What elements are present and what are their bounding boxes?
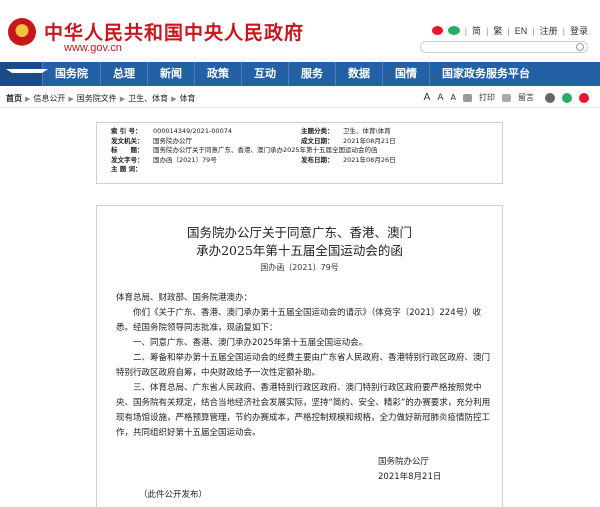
breadcrumb-sports[interactable]: 体育 (180, 93, 196, 104)
font-medium-button[interactable]: A (437, 93, 443, 103)
weibo-icon[interactable] (431, 26, 443, 35)
paragraph-4: 三、体育总局、广东省人民政府、香港特别行政区政府、澳门特别行政区政府要严格按照党… (116, 383, 491, 438)
meta-published-label: 发布日期： (301, 155, 334, 164)
meta-issuer-label: 发文机关： (111, 136, 144, 145)
document-body: 体育总局、财政部、国务院港澳办： 你们《关于广东、香港、澳门承办第十五届全国运动… (116, 291, 496, 441)
print-button[interactable]: 打印 (479, 92, 495, 103)
wechat-icon[interactable] (447, 26, 460, 35)
sign-date: 2021年8月21日 (378, 472, 442, 482)
meta-title-value: 国务院办公厅关于同意广东、香港、澳门承办2025年第十五届全国运动会的函 (153, 146, 378, 154)
breadcrumb-separator-icon: ▶ (68, 94, 74, 103)
paragraph-2: 一、同意广东、香港、澳门承办2025年第十五届全国运动会。 (133, 338, 368, 348)
site-title[interactable]: 中华人民共和国中央人民政府 (44, 18, 304, 45)
breadcrumb-separator-icon: ▶ (25, 94, 31, 103)
meta-index-label: 索 引 号： (111, 127, 142, 135)
nav-item-data[interactable]: 数据 (335, 62, 382, 86)
meta-created-value: 2021年08月21日 (343, 136, 396, 145)
site-url: www.gov.cn (64, 42, 122, 54)
meta-category-label: 主题分类： (301, 127, 334, 135)
meta-created-label: 成文日期： (301, 136, 334, 145)
publication-note: （此件公开发布） (139, 490, 208, 500)
meta-index-value: 000014349/2021-00074 (153, 127, 232, 135)
breadcrumb-docs[interactable]: 国务院文件 (77, 93, 117, 104)
nav-item-state-council[interactable]: 国务院 (42, 62, 100, 86)
link-english[interactable]: EN (515, 26, 528, 36)
font-small-button[interactable]: A (451, 93, 456, 102)
breadcrumb-separator-icon: ▶ (171, 94, 177, 103)
comment-button[interactable]: 留言 (518, 92, 534, 103)
site-header: 中华人民共和国中央人民政府 www.gov.cn | 简 | 繁 | EN | … (0, 0, 600, 62)
breadcrumb-info[interactable]: 信息公开 (33, 93, 65, 104)
paragraph-3: 二、筹备和举办第十五届全国运动会的经费主要由广东省人民政府、香港特别行政区政府、… (116, 353, 491, 378)
breadcrumb: 首页 ▶ 信息公开 ▶ 国务院文件 ▶ 卫生、体育 ▶ 体育 A A A 打印 … (0, 90, 600, 108)
link-traditional[interactable]: 繁 (493, 24, 502, 37)
salutation: 体育总局、财政部、国务院港澳办： (116, 293, 253, 303)
main-nav: 国务院 总理 新闻 政策 互动 服务 数据 国情 国家政务服务平台 (0, 62, 600, 86)
meta-docno-label: 发文字号： (111, 155, 144, 164)
home-gate-icon[interactable] (0, 62, 48, 86)
nav-item-interaction[interactable]: 互动 (241, 62, 288, 86)
weibo-share-icon[interactable] (579, 92, 589, 103)
meta-docno-value: 国办函〔2021〕79号 (153, 155, 217, 164)
link-simplified[interactable]: 简 (472, 24, 481, 37)
wechat-share-icon[interactable] (562, 92, 572, 103)
nav-item-services[interactable]: 服务 (288, 62, 335, 86)
meta-published-value: 2021年08月26日 (343, 155, 396, 164)
document-title: 国务院办公厅关于同意广东、香港、澳门 承办2025年第十五届全国运动会的函 (97, 224, 502, 260)
nav-item-policy[interactable]: 政策 (194, 62, 241, 86)
link-register[interactable]: 注册 (540, 24, 558, 37)
signature-block: 国务院办公厅 2021年8月21日 (378, 455, 441, 485)
nav-item-premier[interactable]: 总理 (100, 62, 147, 86)
nav-item-government-services[interactable]: 国家政务服务平台 (429, 62, 542, 86)
national-emblem-icon[interactable] (8, 18, 36, 46)
search-input[interactable] (420, 41, 588, 53)
paragraph-1: 你们《关于广东、香港、澳门承办第十五届全国运动会的请示》（体竞字〔2021〕22… (116, 308, 482, 333)
top-links: | 简 | 繁 | EN | 注册 | 登录 (431, 24, 588, 37)
font-large-button[interactable]: A (424, 92, 431, 103)
search-icon[interactable] (576, 43, 584, 51)
signer: 国务院办公厅 (378, 457, 430, 467)
nav-item-national-conditions[interactable]: 国情 (382, 62, 429, 86)
meta-category-value: 卫生、体育\体育 (343, 127, 391, 135)
print-icon[interactable] (463, 93, 472, 102)
document-title-line2: 承办2025年第十五届全国运动会的函 (196, 243, 403, 258)
document-title-line1: 国务院办公厅关于同意广东、香港、澳门 (186, 225, 412, 240)
breadcrumb-separator-icon: ▶ (119, 94, 126, 103)
breadcrumb-health-sports[interactable]: 卫生、体育 (128, 93, 168, 104)
document-number: 国办函〔2021〕79号 (260, 263, 339, 272)
comment-icon[interactable] (502, 93, 511, 102)
breadcrumb-home[interactable]: 首页 (6, 93, 22, 104)
meta-title-label: 标 题： (111, 146, 144, 154)
share-icon[interactable] (545, 92, 555, 103)
meta-issuer-value: 国务院办公厅 (153, 136, 192, 145)
link-login[interactable]: 登录 (570, 24, 588, 37)
meta-keyword-label: 主 题 词： (111, 165, 142, 173)
nav-item-news[interactable]: 新闻 (147, 62, 194, 86)
page-tools: A A A 打印 留言 (424, 92, 593, 103)
document-meta-box: 索 引 号： 000014349/2021-00074 主题分类： 卫生、体育\… (96, 122, 503, 184)
